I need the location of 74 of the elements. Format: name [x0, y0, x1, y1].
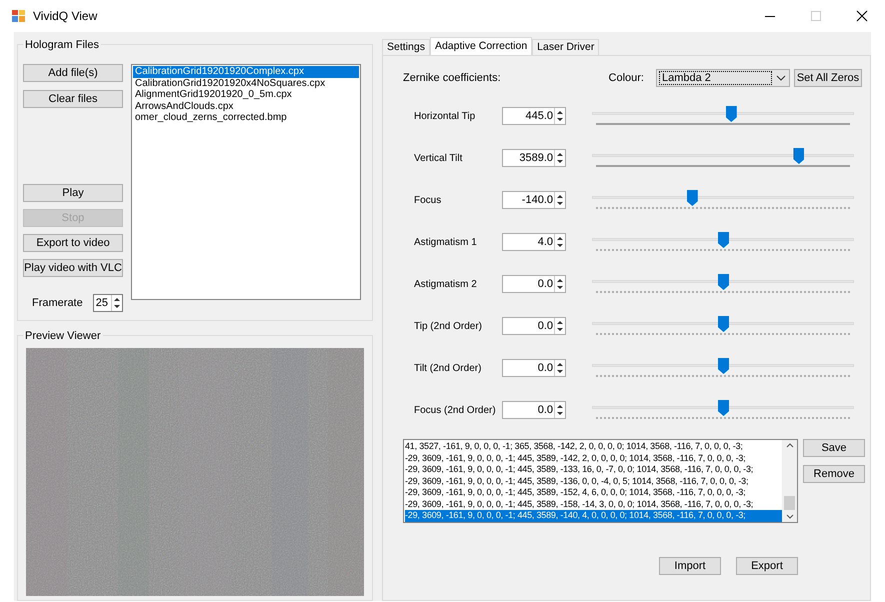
- button[interactable]: Add file(s): [23, 64, 123, 82]
- colour-label: Colour:: [608, 70, 644, 86]
- app-icon: [12, 10, 25, 22]
- slider-thumb[interactable]: [726, 106, 737, 122]
- coefficient-field[interactable]: 0.0: [502, 401, 566, 419]
- framerate-field[interactable]: 25: [92, 294, 123, 312]
- spinner-arrows-icon[interactable]: [554, 360, 565, 376]
- coefficient-label: Astigmatism 2: [414, 278, 478, 292]
- maximize-icon: [811, 11, 821, 21]
- coefficient-field[interactable]: 0.0: [502, 317, 566, 335]
- coefficient-field[interactable]: 0.0: [502, 275, 566, 293]
- button[interactable]: Play video with VLC: [23, 259, 123, 277]
- coefficient-label: Tilt (2nd Order): [414, 362, 482, 376]
- coefficient-label: Vertical Tilt: [414, 152, 464, 166]
- spinner-arrows-icon[interactable]: [554, 150, 565, 166]
- window-title: VividQ View: [33, 8, 98, 25]
- scrollbar[interactable]: [782, 440, 797, 522]
- file-list[interactable]: CalibrationGrid19201920Complex.cpx CalibrationGrid19201920x4NoSquares.cpx AlignmentGrid19201920_0_5m.cpx ArrowsAndClouds.cpx omer_cloud_zerns_corrected.bmp: [131, 64, 361, 300]
- coefficient-label: Astigmatism 1: [414, 236, 478, 250]
- preset-item[interactable]: -29, 3609, -161, 9, 0, 0, 0, -1; 445, 3589, -152, 4, 6, 0, 0, 0; 1014, 3568, -116, 7, 0, 0, 0, -3;: [405, 487, 782, 498]
- scroll-up-icon[interactable]: [786, 443, 794, 448]
- slider-thumb[interactable]: [718, 358, 729, 374]
- coefficient-label: Horizontal Tip: [414, 110, 476, 124]
- button[interactable]: Import: [659, 557, 721, 575]
- file-item[interactable]: omer_cloud_zerns_corrected.bmp: [133, 112, 359, 124]
- spinner-arrows-icon[interactable]: [111, 295, 122, 311]
- spinner-arrows-icon[interactable]: [554, 402, 565, 418]
- preset-item[interactable]: -29, 3609, -161, 9, 0, 0, 0, -1; 445, 3589, -158, -14, 3, 0, 0, 0; 1014, 3568, -116, 7, 0, 0, 0, -3;: [405, 498, 782, 510]
- preset-item[interactable]: 41, 3527, -161, 9, 0, 0, 0, -1; 365, 3568, -142, 2, 0, 0, 0, 0; 1014, 3568, -116, 7, 0, 0, 0, -3;: [405, 441, 782, 452]
- scroll-thumb[interactable]: [784, 496, 795, 510]
- framerate-label: Framerate: [32, 296, 83, 311]
- slider-thumb[interactable]: [718, 274, 729, 290]
- coefficient-field[interactable]: 0.0: [502, 359, 566, 377]
- coefficient-field[interactable]: 3589.0: [502, 149, 566, 167]
- file-item[interactable]: CalibrationGrid19201920x4NoSquares.cpx: [133, 78, 359, 89]
- preset-list[interactable]: [404, 440, 782, 522]
- preset-item[interactable]: -29, 3609, -161, 9, 0, 0, 0, -1; 445, 3589, -136, 0, 0, -4, 0, 5; 1014, 3568, -116, 7, 0, 0, 0, -3;: [405, 476, 782, 487]
- coefficient-label: Tip (2nd Order): [414, 320, 483, 334]
- slider-thumb[interactable]: [718, 316, 729, 332]
- chevron-down-icon: [775, 74, 787, 82]
- scroll-down-icon[interactable]: [786, 514, 794, 519]
- button[interactable]: Export: [736, 557, 798, 575]
- file-item[interactable]: AlignmentGrid19201920_0_5m.cpx: [133, 89, 359, 100]
- slider-thumb[interactable]: [686, 190, 698, 206]
- coefficient-label: Focus (2nd Order): [414, 404, 497, 418]
- colour-dropdown[interactable]: Lambda 2: [656, 69, 790, 87]
- file-item[interactable]: CalibrationGrid19201920Complex.cpx: [133, 66, 359, 78]
- spinner-arrows-icon[interactable]: [554, 276, 565, 292]
- file-item[interactable]: ArrowsAndClouds.cpx: [133, 100, 359, 112]
- button[interactable]: Remove: [803, 465, 865, 483]
- button[interactable]: Save: [803, 439, 865, 457]
- coefficient-field[interactable]: 4.0: [502, 233, 566, 251]
- slider-thumb[interactable]: [718, 400, 729, 416]
- coefficient-field[interactable]: 445.0: [502, 107, 566, 125]
- group-title: Hologram Files: [23, 37, 101, 54]
- button[interactable]: Set All Zeros: [794, 69, 862, 87]
- tab[interactable]: Settings: [382, 39, 430, 55]
- tab[interactable]: Adaptive Correction: [430, 37, 532, 55]
- tab[interactable]: Laser Driver: [532, 39, 600, 55]
- preset-item[interactable]: -29, 3609, -161, 9, 0, 0, 0, -1; 445, 3589, -140, 4, 0, 0, 0, 0; 1014, 3568, -116, 7, 0, 0, 0, -3;: [405, 510, 782, 522]
- coefficient-field[interactable]: -140.0: [502, 191, 566, 209]
- coefficient-label: Focus: [414, 194, 442, 208]
- slider-thumb[interactable]: [793, 148, 804, 164]
- button[interactable]: Play: [23, 184, 123, 202]
- spinner-arrows-icon[interactable]: [554, 108, 565, 124]
- section-title: Zernike coefficients:: [403, 70, 501, 86]
- spinner-arrows-icon[interactable]: [554, 192, 565, 208]
- preset-item[interactable]: -29, 3609, -161, 9, 0, 0, 0, -1; 445, 3589, -133, 16, 0, -7, 0, 0; 1014, 3568, -116, 7, 0, 0, 0, -3;: [405, 464, 782, 476]
- button[interactable]: Export to video: [23, 234, 123, 252]
- button[interactable]: Clear files: [23, 90, 123, 108]
- slider-thumb[interactable]: [718, 232, 729, 248]
- preset-item[interactable]: -29, 3609, -161, 9, 0, 0, 0, -1; 445, 3589, -142, 2, 0, 0, 0, 0; 1014, 3568, -116, 7, 0, 0, 0, -3;: [405, 452, 782, 464]
- spinner-arrows-icon[interactable]: [554, 234, 565, 250]
- spinner-arrows-icon[interactable]: [554, 318, 565, 334]
